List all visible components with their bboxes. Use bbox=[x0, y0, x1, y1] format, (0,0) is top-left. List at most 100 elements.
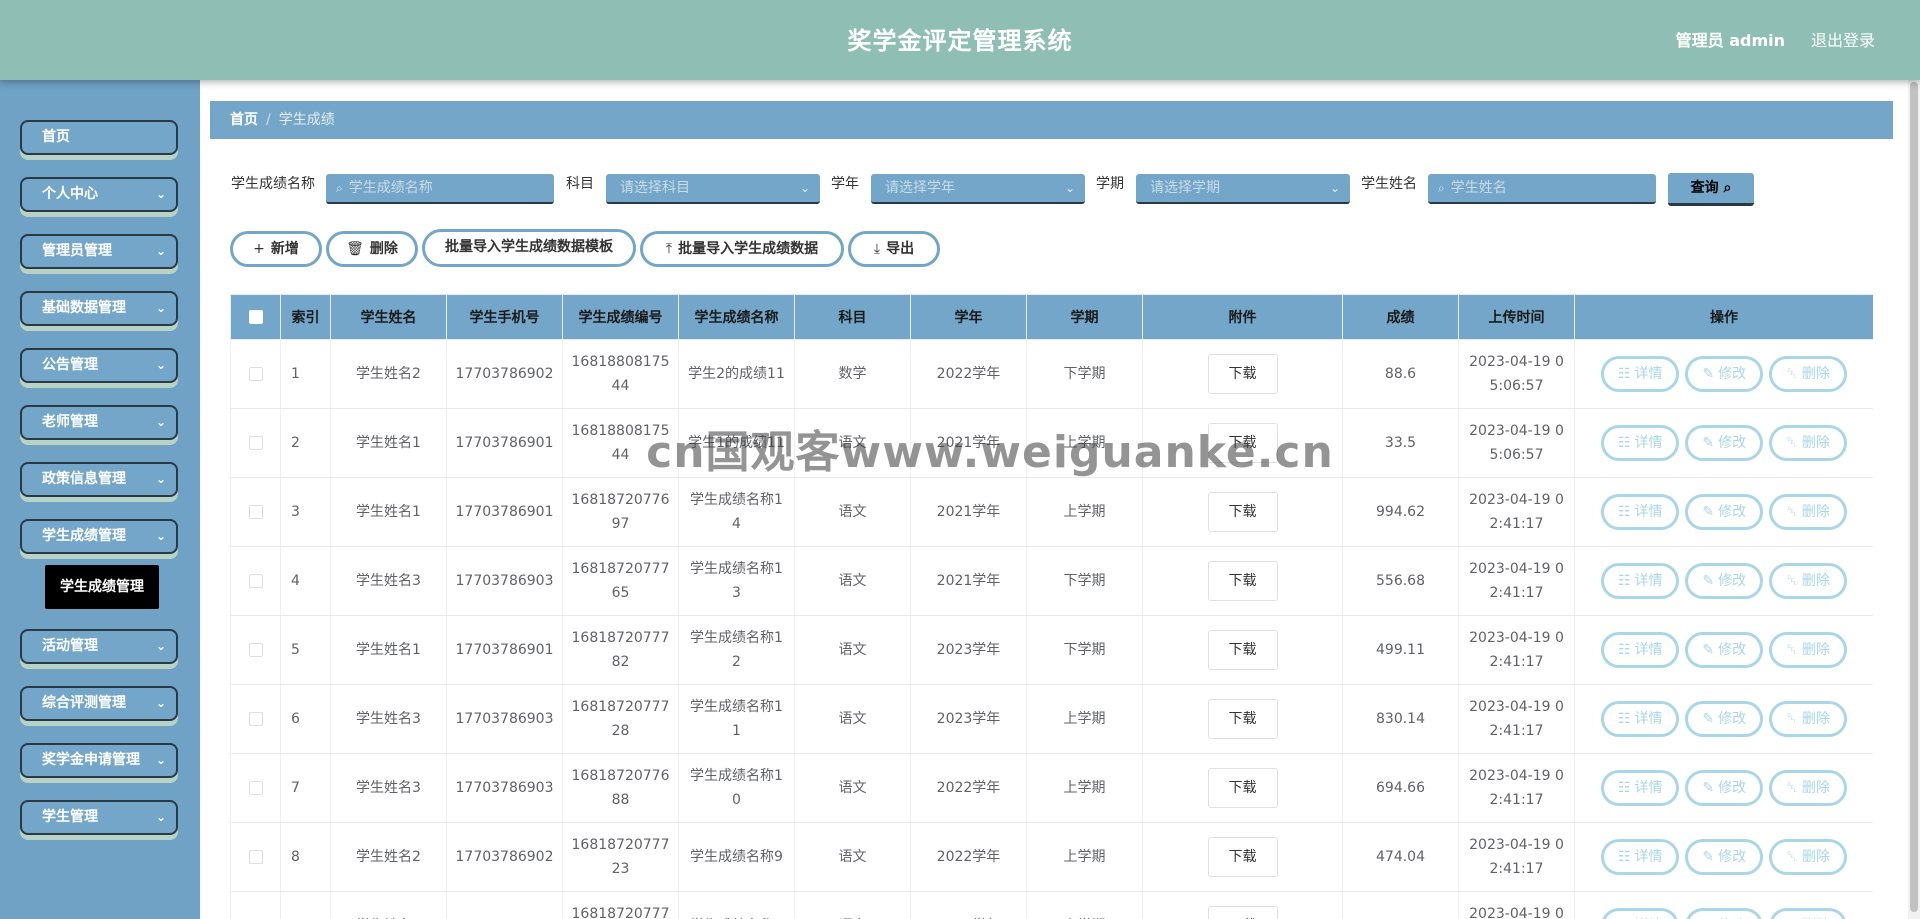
scrollbar-thumb[interactable] bbox=[1910, 82, 1918, 912]
cell-code: 1681880817544 bbox=[562, 408, 679, 478]
edit-button[interactable]: ✎修改 bbox=[1685, 701, 1764, 737]
import-template-button[interactable]: 批量导入学生成绩数据模板 bbox=[422, 229, 636, 267]
download-button[interactable]: 下载 bbox=[1207, 837, 1278, 877]
sidebar-item-policy[interactable]: 政策信息管理 ⌄ bbox=[20, 462, 178, 497]
row-checkbox[interactable] bbox=[248, 781, 263, 795]
logout-link[interactable]: 退出登录 bbox=[1811, 0, 1875, 82]
detail-button[interactable]: ☷详情 bbox=[1601, 770, 1680, 806]
sidebar-item-label: 公告管理 bbox=[42, 357, 98, 373]
detail-button[interactable]: ☷详情 bbox=[1601, 425, 1680, 461]
edit-button[interactable]: ✎修改 bbox=[1685, 563, 1764, 599]
row-checkbox[interactable] bbox=[248, 712, 263, 726]
download-button[interactable]: 下载 bbox=[1207, 423, 1278, 463]
row-delete-button[interactable]: ␡删除 bbox=[1769, 770, 1848, 806]
detail-button[interactable]: ☷详情 bbox=[1601, 908, 1680, 919]
row-select-cell[interactable] bbox=[230, 753, 281, 823]
term-select[interactable]: 请选择学期 ⌄ bbox=[1136, 174, 1350, 204]
sidebar-item-evaluation[interactable]: 综合评测管理 ⌄ bbox=[20, 686, 178, 721]
breadcrumb-home[interactable]: 首页 bbox=[230, 112, 258, 128]
cell-term: 上学期 bbox=[1026, 891, 1143, 919]
delete-button[interactable]: 🗑︎ 删除 bbox=[326, 231, 418, 267]
cell-subject: 语文 bbox=[794, 477, 911, 547]
subject-select[interactable]: 请选择科目 ⌄ bbox=[606, 174, 820, 204]
pencil-icon: ✎ bbox=[1702, 711, 1715, 727]
row-select-cell[interactable] bbox=[230, 339, 281, 409]
table-row: 1 学生姓名2 17703786902 1681880817544 学生2的成绩11 数学… bbox=[230, 339, 1873, 409]
edit-button[interactable]: ✎修改 bbox=[1685, 839, 1764, 875]
cell-name: 学生姓名1 bbox=[330, 615, 447, 685]
sidebar-item-home[interactable]: 首页 bbox=[20, 120, 178, 155]
sidebar-item-scholarship[interactable]: 奖学金申请管理 ⌄ bbox=[20, 743, 178, 778]
cell-idx: 4 bbox=[280, 546, 331, 616]
export-button[interactable]: ⤓ 导出 bbox=[848, 231, 940, 267]
actions-cell: ☷详情✎修改␡删除 bbox=[1574, 408, 1873, 478]
download-button[interactable]: 下载 bbox=[1207, 354, 1278, 394]
row-select-cell[interactable] bbox=[230, 477, 281, 547]
sidebar-item-grades[interactable]: 学生成绩管理 ⌄ bbox=[20, 519, 178, 554]
row-delete-button[interactable]: ␡删除 bbox=[1769, 701, 1848, 737]
download-button[interactable]: 下载 bbox=[1207, 561, 1278, 601]
download-button[interactable]: 下载 bbox=[1207, 630, 1278, 670]
grade-name-input[interactable]: ⌕ 学生成绩名称 bbox=[326, 174, 554, 204]
row-delete-button[interactable]: ␡删除 bbox=[1769, 908, 1848, 919]
row-select-cell[interactable] bbox=[230, 684, 281, 754]
sidebar-item-teacher[interactable]: 老师管理 ⌄ bbox=[20, 405, 178, 440]
breadcrumb-current: 学生成绩 bbox=[278, 112, 335, 128]
sidebar-item-notice[interactable]: 公告管理 ⌄ bbox=[20, 348, 178, 383]
column-header: 上传时间 bbox=[1458, 294, 1575, 340]
row-checkbox[interactable] bbox=[248, 643, 263, 657]
row-select-cell[interactable] bbox=[230, 408, 281, 478]
sidebar-item-activity[interactable]: 活动管理 ⌄ bbox=[20, 629, 178, 664]
query-button[interactable]: 查询 ⌕ bbox=[1668, 173, 1754, 206]
row-delete-button[interactable]: ␡删除 bbox=[1769, 494, 1848, 530]
row-checkbox[interactable] bbox=[248, 574, 263, 588]
column-header: 学生姓名 bbox=[330, 294, 447, 340]
detail-button[interactable]: ☷详情 bbox=[1601, 839, 1680, 875]
detail-button[interactable]: ☷详情 bbox=[1601, 632, 1680, 668]
row-select-cell[interactable] bbox=[230, 822, 281, 892]
detail-button[interactable]: ☷详情 bbox=[1601, 494, 1680, 530]
add-button[interactable]: + 新增 bbox=[230, 231, 322, 267]
row-select-cell[interactable] bbox=[230, 546, 281, 616]
row-checkbox[interactable] bbox=[248, 850, 263, 864]
download-button[interactable]: 下载 bbox=[1207, 768, 1278, 808]
edit-button[interactable]: ✎修改 bbox=[1685, 770, 1764, 806]
year-select[interactable]: 请选择学年 ⌄ bbox=[871, 174, 1085, 204]
detail-button[interactable]: ☷详情 bbox=[1601, 356, 1680, 392]
trash-icon: ␡ bbox=[1786, 366, 1798, 382]
detail-button[interactable]: ☷详情 bbox=[1601, 563, 1680, 599]
select-all-cell[interactable] bbox=[230, 294, 281, 340]
sidebar-item-student[interactable]: 学生管理 ⌄ bbox=[20, 800, 178, 835]
sidebar-item-admin[interactable]: 管理员管理 ⌄ bbox=[20, 234, 178, 269]
row-delete-button[interactable]: ␡删除 bbox=[1769, 839, 1848, 875]
download-button[interactable]: 下载 bbox=[1207, 699, 1278, 739]
cell-year: 2022学年 bbox=[910, 822, 1027, 892]
row-delete-button[interactable]: ␡删除 bbox=[1769, 563, 1848, 599]
attachment-cell: 下载 bbox=[1142, 546, 1343, 616]
row-delete-button[interactable]: ␡删除 bbox=[1769, 425, 1848, 461]
row-checkbox[interactable] bbox=[248, 436, 263, 450]
edit-button[interactable]: ✎修改 bbox=[1685, 356, 1764, 392]
cell-score: 33.5 bbox=[1342, 408, 1459, 478]
edit-button[interactable]: ✎修改 bbox=[1685, 908, 1764, 919]
select-all-checkbox[interactable] bbox=[248, 310, 263, 324]
detail-button[interactable]: ☷详情 bbox=[1601, 701, 1680, 737]
edit-button[interactable]: ✎修改 bbox=[1685, 425, 1764, 461]
row-checkbox[interactable] bbox=[248, 367, 263, 381]
table-row: 5 学生姓名1 17703786901 1681872077782 学生成绩名称12 语文… bbox=[230, 615, 1873, 685]
row-delete-button[interactable]: ␡删除 bbox=[1769, 356, 1848, 392]
row-delete-button[interactable]: ␡删除 bbox=[1769, 632, 1848, 668]
download-button[interactable]: 下载 bbox=[1207, 906, 1278, 919]
edit-button[interactable]: ✎修改 bbox=[1685, 494, 1764, 530]
trash-icon: ␡ bbox=[1786, 642, 1798, 658]
submenu-item-grades[interactable]: 学生成绩管理 bbox=[45, 565, 159, 609]
edit-button[interactable]: ✎修改 bbox=[1685, 632, 1764, 668]
download-button[interactable]: 下载 bbox=[1207, 492, 1278, 532]
student-name-input[interactable]: ⌕ 学生姓名 bbox=[1428, 174, 1656, 204]
row-select-cell[interactable] bbox=[230, 615, 281, 685]
import-data-button[interactable]: ⤒ 批量导入学生成绩数据 bbox=[640, 231, 844, 267]
sidebar-item-profile[interactable]: 个人中心 ⌄ bbox=[20, 177, 178, 212]
sidebar-item-basic-data[interactable]: 基础数据管理 ⌄ bbox=[20, 291, 178, 326]
row-checkbox[interactable] bbox=[248, 505, 263, 519]
row-select-cell[interactable] bbox=[230, 891, 281, 919]
